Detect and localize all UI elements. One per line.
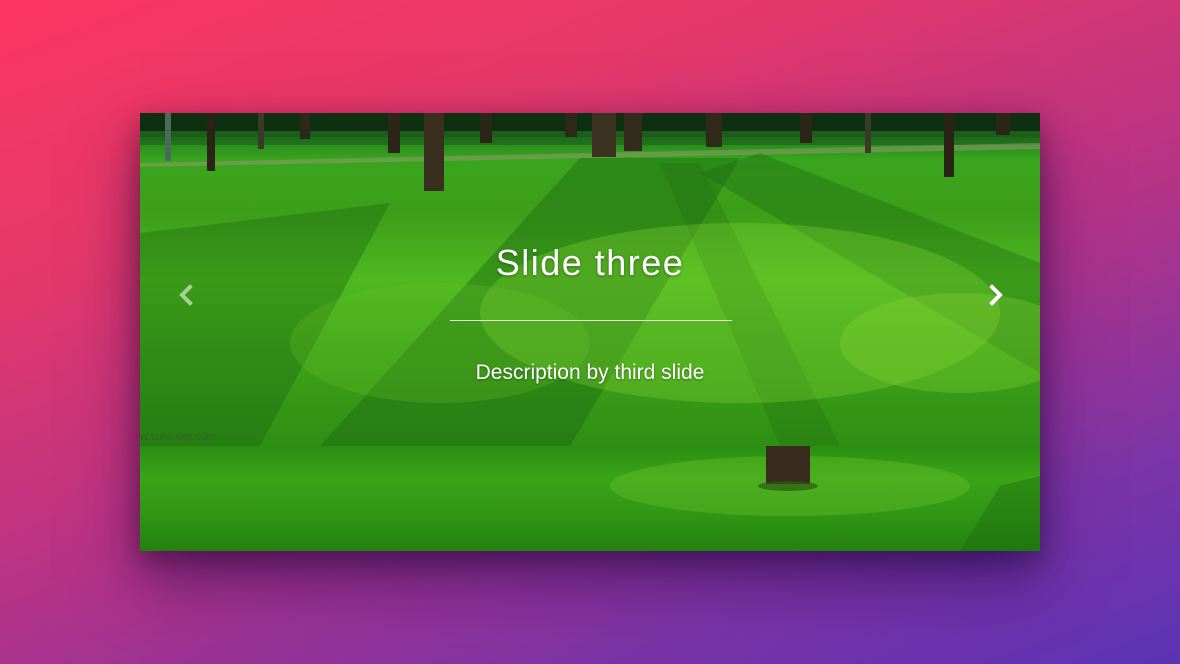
image-slider: w.sunhaxp.com Slide three Description by… bbox=[140, 113, 1040, 551]
chevron-left-icon bbox=[179, 284, 193, 306]
slide-description: Description by third slide bbox=[475, 361, 705, 384]
next-slide-button[interactable] bbox=[978, 277, 1014, 313]
previous-slide-button[interactable] bbox=[168, 277, 204, 313]
chevron-right-icon bbox=[989, 284, 1003, 306]
slide-title: Slide three bbox=[495, 242, 685, 283]
slide-caption: Slide three Description by third slide bbox=[140, 113, 1040, 446]
slide-image-lower bbox=[140, 446, 1040, 551]
caption-divider bbox=[450, 320, 732, 321]
